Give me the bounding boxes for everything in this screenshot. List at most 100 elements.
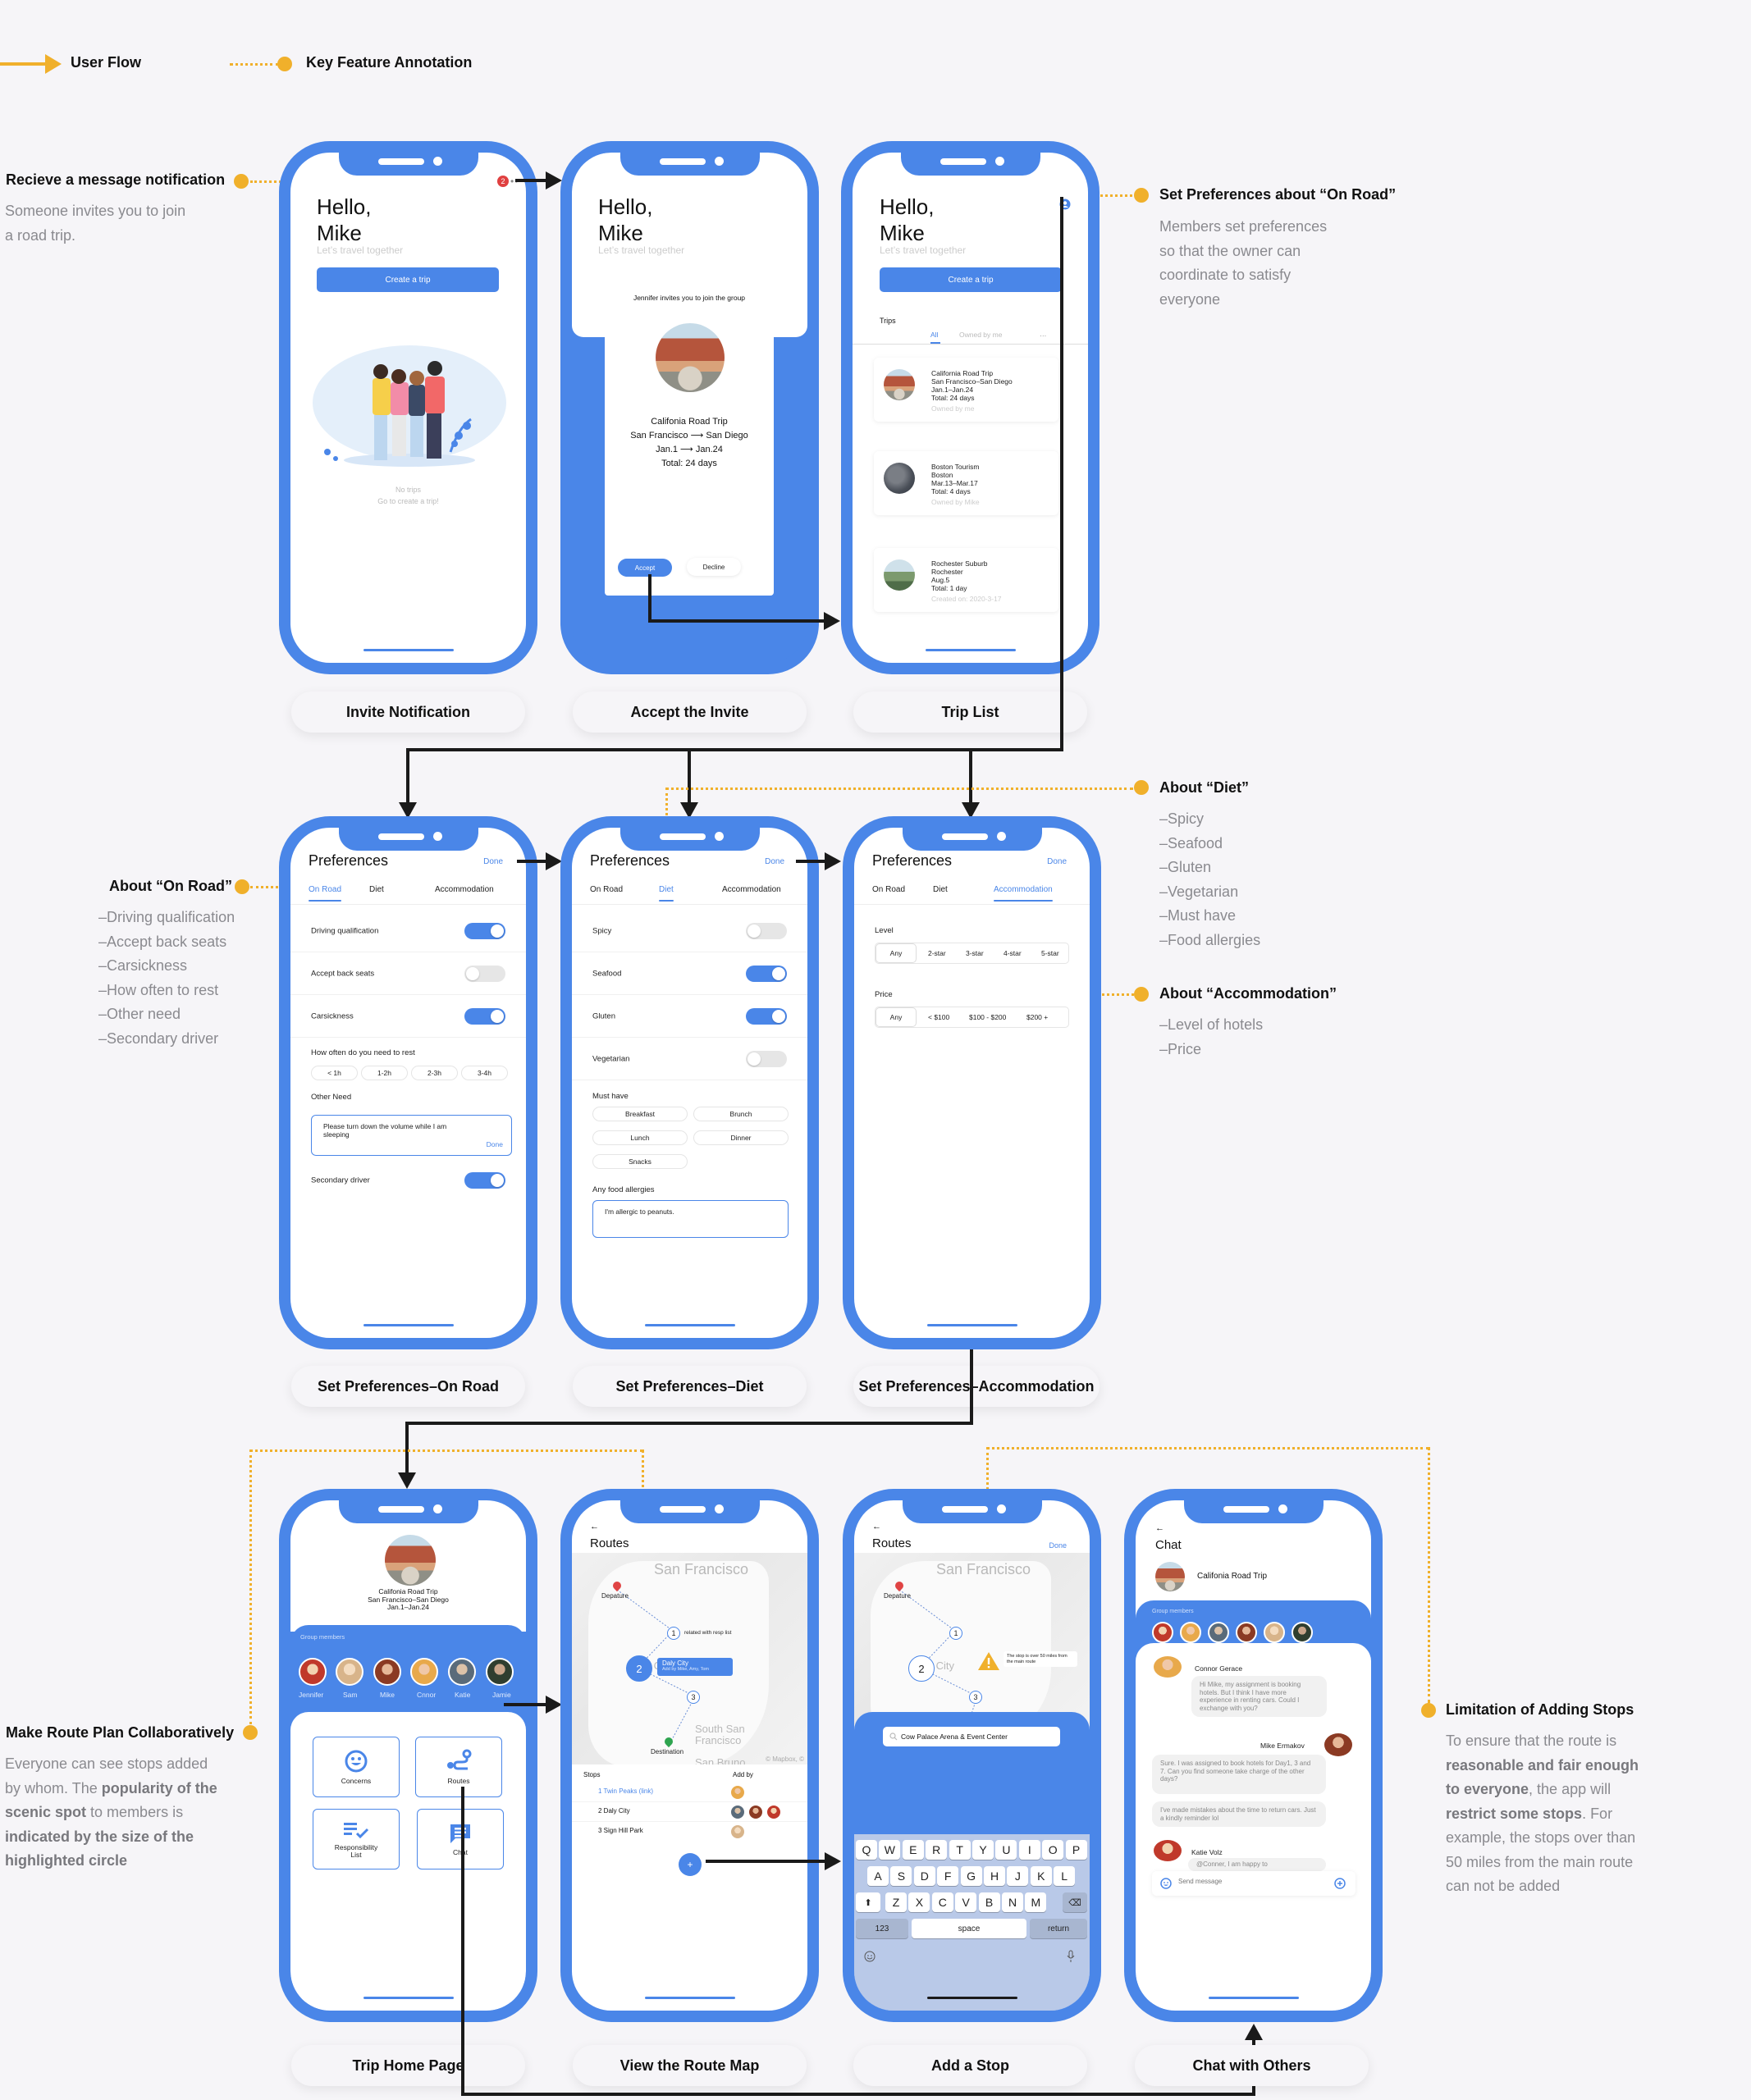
key-e[interactable]: E: [902, 1840, 924, 1860]
must-have-option[interactable]: Snacks: [592, 1154, 688, 1169]
key-m[interactable]: M: [1025, 1892, 1047, 1912]
key-q[interactable]: Q: [856, 1840, 877, 1860]
key-a[interactable]: A: [867, 1866, 889, 1886]
add-icon[interactable]: [1334, 1878, 1346, 1889]
rest-option[interactable]: 1-2h: [361, 1066, 408, 1080]
stop-row[interactable]: 3 Sign Hill Park: [572, 1822, 807, 1842]
emoji-icon[interactable]: [1160, 1878, 1172, 1889]
emoji-icon[interactable]: [864, 1951, 876, 1962]
price-option[interactable]: Any: [876, 1007, 917, 1027]
tab-more[interactable]: …: [1040, 330, 1047, 338]
tile-responsibility-list[interactable]: Responsibility List: [313, 1809, 400, 1869]
key-v[interactable]: V: [955, 1892, 977, 1912]
member-avatar[interactable]: [486, 1658, 514, 1686]
tab-on-road[interactable]: On Road: [309, 885, 342, 902]
trip-card[interactable]: Rochester Suburb Rochester Aug.5 Total: …: [874, 548, 1058, 612]
member-avatar[interactable]: [1264, 1622, 1285, 1643]
back-arrow-icon[interactable]: ←: [872, 1522, 881, 1532]
stop-marker-3[interactable]: 3: [969, 1691, 982, 1704]
create-trip-button[interactable]: Create a trip: [317, 267, 499, 292]
toggle-driving-qualification[interactable]: [464, 922, 505, 939]
stop-row[interactable]: 1 Twin Peaks (link): [572, 1783, 807, 1802]
route-map[interactable]: San Francisco Daly City South San Franci…: [572, 1553, 807, 1764]
key-shift[interactable]: ⬆: [856, 1892, 880, 1912]
search-input[interactable]: Cow Palace Arena & Event Center: [883, 1727, 1060, 1746]
other-need-input[interactable]: Please turn down the volume while I am s…: [311, 1115, 512, 1156]
key-p[interactable]: P: [1065, 1840, 1087, 1860]
level-option[interactable]: Any: [876, 943, 917, 963]
add-stop-button[interactable]: +: [679, 1853, 702, 1876]
key-h[interactable]: H: [984, 1866, 1005, 1886]
key-i[interactable]: I: [1018, 1840, 1040, 1860]
tab-accommodation[interactable]: Accommodation: [435, 885, 494, 894]
tab-owned-by-me[interactable]: Owned by me: [959, 331, 1002, 339]
price-option[interactable]: $200 +: [1026, 1013, 1048, 1021]
message-input[interactable]: [1178, 1878, 1318, 1885]
price-option[interactable]: < $100: [928, 1013, 949, 1021]
key-x[interactable]: X: [908, 1892, 930, 1912]
done-button[interactable]: Done: [1049, 1541, 1067, 1550]
other-need-done-button[interactable]: Done: [487, 1140, 503, 1148]
stop-link[interactable]: 1 Twin Peaks (link): [598, 1787, 653, 1795]
key-d[interactable]: D: [913, 1866, 935, 1886]
key-g[interactable]: G: [960, 1866, 982, 1886]
must-have-option[interactable]: Brunch: [693, 1107, 789, 1121]
rest-option[interactable]: 2-3h: [411, 1066, 458, 1080]
member-avatar[interactable]: [1152, 1622, 1173, 1643]
microphone-icon[interactable]: [1066, 1950, 1076, 1963]
tab-accommodation[interactable]: Accommodation: [994, 885, 1053, 902]
level-option[interactable]: 4-star: [1004, 949, 1022, 957]
toggle-gluten[interactable]: [746, 1007, 787, 1025]
key-backspace[interactable]: ⌫: [1063, 1892, 1087, 1912]
toggle-seafood[interactable]: [746, 965, 787, 982]
done-button[interactable]: Done: [1047, 857, 1067, 866]
tab-diet[interactable]: Diet: [369, 885, 384, 894]
member-avatar[interactable]: [299, 1658, 327, 1686]
tab-diet[interactable]: Diet: [659, 885, 674, 902]
stop-marker-1[interactable]: 1: [667, 1627, 680, 1640]
key-f[interactable]: F: [937, 1866, 959, 1886]
rest-option[interactable]: < 1h: [311, 1066, 358, 1080]
level-option[interactable]: 3-star: [966, 949, 984, 957]
key-j[interactable]: J: [1007, 1866, 1029, 1886]
trip-card[interactable]: California Road Trip San Francisco–San D…: [874, 358, 1058, 422]
member-avatar[interactable]: [1292, 1622, 1313, 1643]
toggle-carsickness[interactable]: [464, 1007, 505, 1025]
back-arrow-icon[interactable]: ←: [590, 1522, 599, 1532]
key-k[interactable]: K: [1030, 1866, 1052, 1886]
stop-marker-1[interactable]: 1: [949, 1627, 962, 1640]
member-avatar[interactable]: [1180, 1622, 1201, 1643]
member-avatar[interactable]: [448, 1658, 476, 1686]
stop-marker-2[interactable]: 2: [908, 1655, 935, 1682]
trip-card[interactable]: Boston Tourism Boston Mar.13–Mar.17 Tota…: [874, 451, 1058, 515]
key-c[interactable]: C: [931, 1892, 953, 1912]
member-avatar[interactable]: [410, 1658, 438, 1686]
key-space[interactable]: space: [912, 1919, 1026, 1938]
tab-all[interactable]: All: [930, 331, 938, 339]
tile-routes[interactable]: Routes: [415, 1737, 502, 1797]
key-return[interactable]: return: [1030, 1919, 1087, 1938]
key-z[interactable]: Z: [885, 1892, 907, 1912]
must-have-option[interactable]: Breakfast: [592, 1107, 688, 1121]
must-have-option[interactable]: Lunch: [592, 1130, 688, 1145]
member-avatar[interactable]: [1208, 1622, 1229, 1643]
level-option[interactable]: 5-star: [1041, 949, 1059, 957]
stop-marker-3[interactable]: 3: [687, 1691, 700, 1704]
key-o[interactable]: O: [1042, 1840, 1064, 1860]
key-y[interactable]: Y: [972, 1840, 994, 1860]
must-have-option[interactable]: Dinner: [693, 1130, 789, 1145]
price-option[interactable]: $100 - $200: [969, 1013, 1006, 1021]
tab-accommodation[interactable]: Accommodation: [722, 885, 781, 894]
key-t[interactable]: T: [949, 1840, 971, 1860]
done-button[interactable]: Done: [483, 857, 503, 866]
key-w[interactable]: W: [879, 1840, 901, 1860]
stop-marker-2[interactable]: 2: [626, 1655, 652, 1682]
member-avatar[interactable]: [1236, 1622, 1257, 1643]
key-l[interactable]: L: [1054, 1866, 1076, 1886]
toggle-vegetarian[interactable]: [746, 1050, 787, 1067]
back-arrow-icon[interactable]: ←: [1155, 1523, 1164, 1533]
member-avatar[interactable]: [336, 1658, 363, 1686]
decline-button[interactable]: Decline: [687, 558, 741, 576]
toggle-spicy[interactable]: [746, 922, 787, 939]
key-u[interactable]: U: [995, 1840, 1017, 1860]
